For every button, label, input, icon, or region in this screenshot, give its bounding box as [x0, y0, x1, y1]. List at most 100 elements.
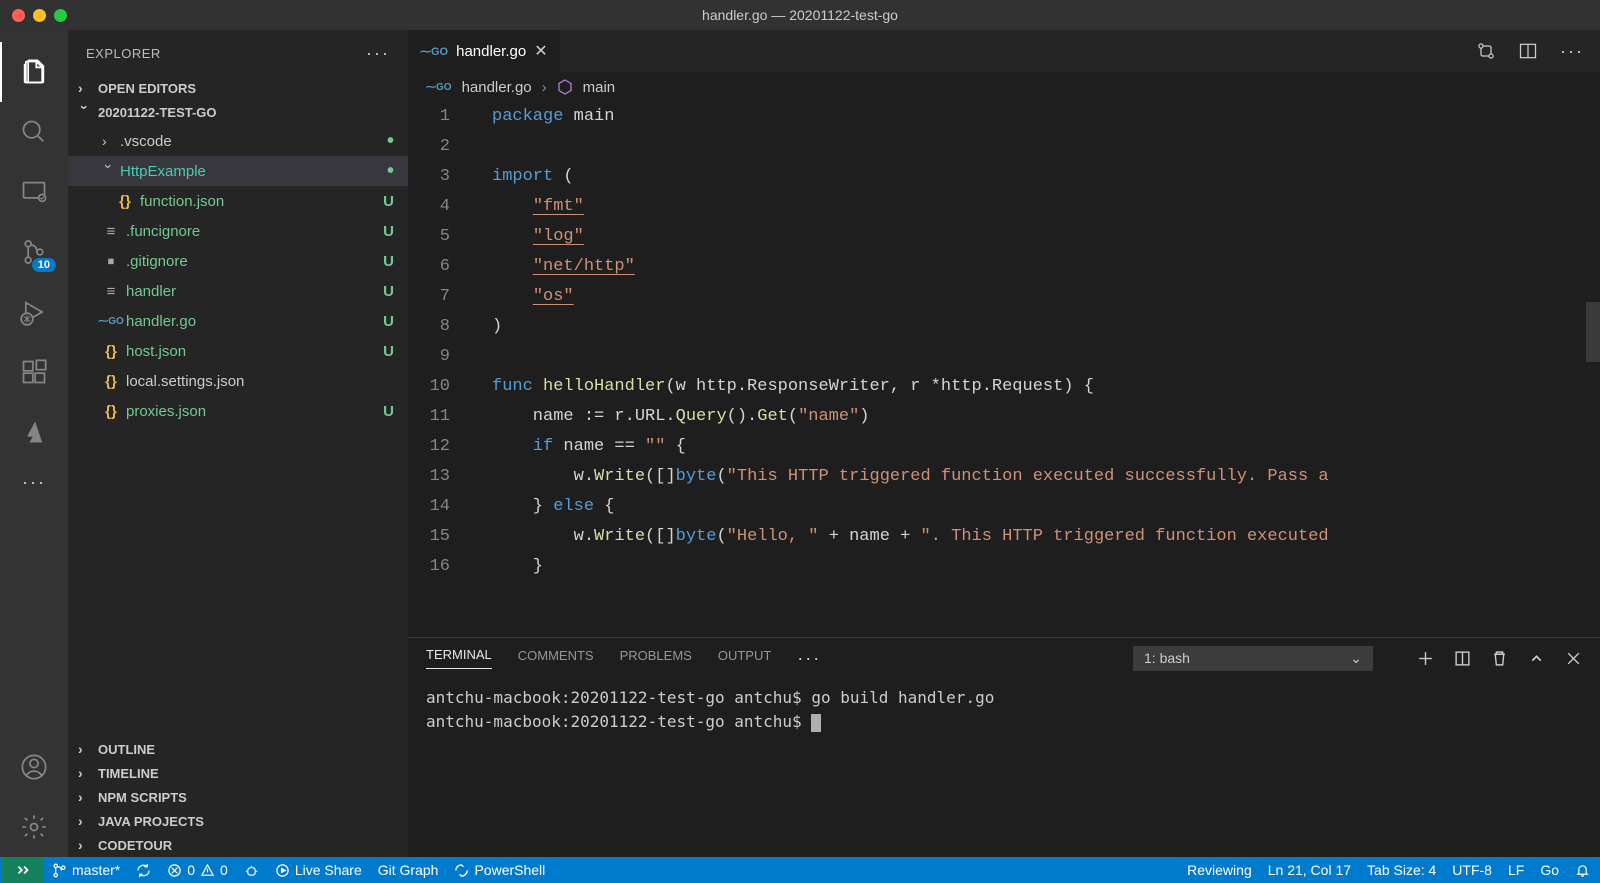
- sync-item[interactable]: [128, 863, 159, 878]
- tree-item-local-settings-json[interactable]: {}local.settings.json: [68, 366, 408, 396]
- errors-warnings-item[interactable]: 0 0: [159, 862, 236, 878]
- terminal-tab[interactable]: TERMINAL: [426, 647, 492, 669]
- breadcrumb-file[interactable]: handler.go: [462, 79, 532, 96]
- remote-indicator[interactable]: [2, 857, 44, 883]
- reviewing-item[interactable]: Reviewing: [1179, 862, 1260, 878]
- tree-item-label: .vscode: [120, 133, 172, 150]
- go-icon: ⁓GO: [426, 82, 452, 93]
- outline-section[interactable]: ›OUTLINE: [68, 737, 408, 761]
- notifications-item[interactable]: [1567, 863, 1598, 878]
- split-terminal-icon[interactable]: [1454, 650, 1471, 667]
- scm-badge: 10: [32, 258, 56, 272]
- tree-item-host-json[interactable]: {}host.jsonU: [68, 336, 408, 366]
- sidebar-header: EXPLORER ···: [68, 30, 408, 76]
- debug-item[interactable]: [236, 863, 267, 878]
- sidebar: EXPLORER ··· › OPEN EDITORS › 20201122-T…: [68, 30, 408, 857]
- tree-item-label: handler: [126, 283, 176, 300]
- go-icon: ⁓GO: [420, 45, 448, 58]
- maximize-window-icon[interactable]: [54, 9, 67, 22]
- window-title: handler.go — 20201122-test-go: [702, 7, 898, 23]
- sidebar-title: EXPLORER: [86, 46, 161, 61]
- more-activity[interactable]: ···: [0, 462, 68, 502]
- npm-section[interactable]: ›NPM SCRIPTS: [68, 785, 408, 809]
- close-panel-icon[interactable]: [1565, 650, 1582, 667]
- run-debug-activity[interactable]: [0, 282, 68, 342]
- code-content[interactable]: package main import ( "fmt" "log" "net/h…: [468, 102, 1600, 637]
- file-tree: ›.vscode•›HttpExample•{}function.jsonU≡.…: [68, 124, 408, 428]
- tree-item-label: handler.go: [126, 313, 196, 330]
- tree-item-handler-go[interactable]: ⁓GOhandler.goU: [68, 306, 408, 336]
- new-terminal-icon[interactable]: [1417, 650, 1434, 667]
- open-editors-section[interactable]: › OPEN EDITORS: [68, 76, 408, 100]
- tree-item--gitignore[interactable]: ◆.gitignoreU: [68, 246, 408, 276]
- comments-tab[interactable]: COMMENTS: [518, 648, 594, 669]
- accounts-activity[interactable]: [0, 737, 68, 797]
- git-branch-item[interactable]: master*: [44, 862, 128, 878]
- sidebar-more-icon[interactable]: ···: [366, 43, 390, 64]
- tree-item--vscode[interactable]: ›.vscode•: [68, 126, 408, 156]
- breadcrumb[interactable]: ⁓GO handler.go › main: [408, 72, 1600, 102]
- tree-item-label: .gitignore: [126, 253, 188, 270]
- tree-item-function-json[interactable]: {}function.jsonU: [68, 186, 408, 216]
- explorer-activity[interactable]: [0, 42, 68, 102]
- chevron-right-icon: ›: [78, 80, 92, 96]
- terminal-content[interactable]: antchu-macbook:20201122-test-go antchu$ …: [408, 678, 1600, 857]
- git-graph-item[interactable]: Git Graph: [370, 862, 447, 878]
- terminal-select[interactable]: 1: bash ⌄: [1133, 646, 1373, 671]
- java-section[interactable]: ›JAVA PROJECTS: [68, 809, 408, 833]
- cursor-position-item[interactable]: Ln 21, Col 17: [1260, 862, 1359, 878]
- split-editor-icon[interactable]: [1518, 41, 1538, 61]
- output-tab[interactable]: OUTPUT: [718, 648, 771, 669]
- tab-size-item[interactable]: Tab Size: 4: [1359, 862, 1444, 878]
- tree-item-label: HttpExample: [120, 163, 206, 180]
- source-control-activity[interactable]: 10: [0, 222, 68, 282]
- symbol-icon: [557, 79, 573, 95]
- panel: TERMINAL COMMENTS PROBLEMS OUTPUT ··· 1:…: [408, 637, 1600, 857]
- close-tab-icon[interactable]: ✕: [534, 41, 547, 61]
- tree-item-HttpExample[interactable]: ›HttpExample•: [68, 156, 408, 186]
- trash-icon[interactable]: [1491, 650, 1508, 667]
- language-item[interactable]: Go: [1532, 862, 1567, 878]
- maximize-panel-icon[interactable]: [1528, 650, 1545, 667]
- extensions-activity[interactable]: [0, 342, 68, 402]
- chevron-down-icon: ›: [77, 105, 93, 119]
- tree-item-label: local.settings.json: [126, 373, 244, 390]
- problems-tab[interactable]: PROBLEMS: [620, 648, 692, 669]
- statusbar: master* 0 0 Live Share Git Graph PowerSh…: [0, 857, 1600, 883]
- settings-activity[interactable]: [0, 797, 68, 857]
- tree-item-label: .funcignore: [126, 223, 200, 240]
- panel-more-icon[interactable]: ···: [797, 648, 821, 669]
- codetour-section[interactable]: ›CODETOUR: [68, 833, 408, 857]
- minimap[interactable]: [1586, 302, 1600, 362]
- tab-handler-go[interactable]: ⁓GO handler.go ✕: [408, 30, 561, 72]
- project-section[interactable]: › 20201122-TEST-GO: [68, 100, 408, 124]
- tree-item-proxies-json[interactable]: {}proxies.jsonU: [68, 396, 408, 426]
- tree-item--funcignore[interactable]: ≡.funcignoreU: [68, 216, 408, 246]
- compare-changes-icon[interactable]: [1476, 41, 1496, 61]
- line-gutter: 12345678910111213141516: [408, 102, 468, 637]
- tab-bar: ⁓GO handler.go ✕ ···: [408, 30, 1600, 72]
- tree-item-label: proxies.json: [126, 403, 206, 420]
- window-controls: [0, 9, 67, 22]
- tree-item-label: host.json: [126, 343, 186, 360]
- azure-activity[interactable]: [0, 402, 68, 462]
- chevron-down-icon: ⌄: [1350, 650, 1362, 667]
- close-window-icon[interactable]: [12, 9, 25, 22]
- tree-item-label: function.json: [140, 193, 224, 210]
- search-activity[interactable]: [0, 102, 68, 162]
- chevron-right-icon: ›: [542, 79, 547, 96]
- live-share-item[interactable]: Live Share: [267, 862, 370, 878]
- powershell-item[interactable]: PowerShell: [446, 862, 553, 878]
- tab-actions: ···: [1476, 41, 1600, 62]
- encoding-item[interactable]: UTF-8: [1444, 862, 1500, 878]
- editor-more-icon[interactable]: ···: [1560, 41, 1584, 62]
- panel-tabs: TERMINAL COMMENTS PROBLEMS OUTPUT ··· 1:…: [408, 638, 1600, 678]
- tree-item-handler[interactable]: ≡handlerU: [68, 276, 408, 306]
- eol-item[interactable]: LF: [1500, 862, 1532, 878]
- timeline-section[interactable]: ›TIMELINE: [68, 761, 408, 785]
- main-area: 10 ··· EXPLORER ··· › OPEN EDITORS: [0, 30, 1600, 857]
- breadcrumb-symbol[interactable]: main: [583, 79, 616, 96]
- editor[interactable]: 12345678910111213141516 package main imp…: [408, 102, 1600, 637]
- remote-explorer-activity[interactable]: [0, 162, 68, 222]
- minimize-window-icon[interactable]: [33, 9, 46, 22]
